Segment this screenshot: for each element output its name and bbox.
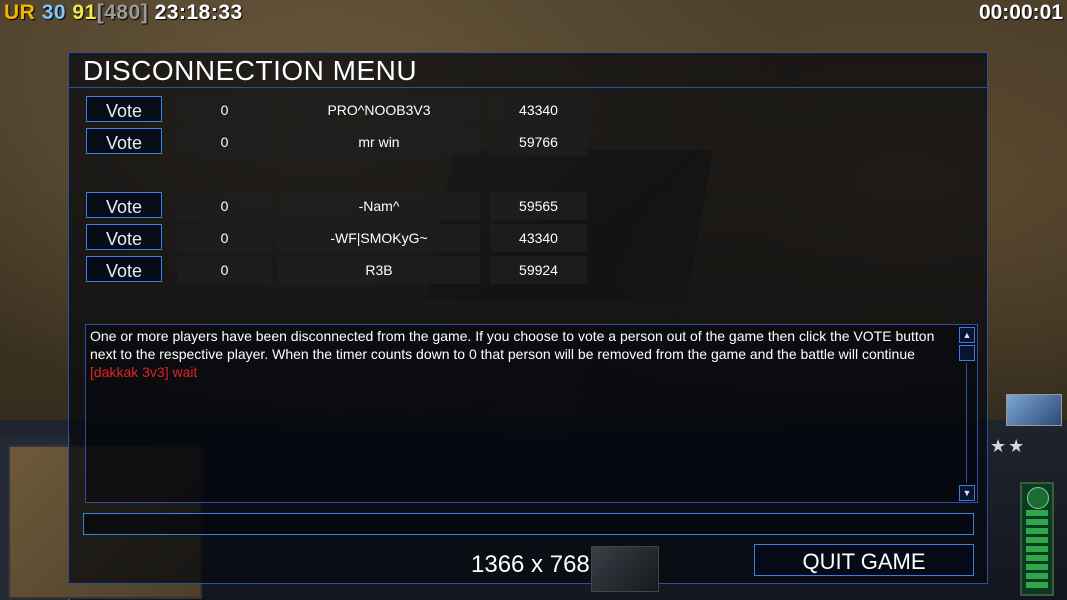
message-log[interactable]: One or more players have been disconnect… <box>85 324 978 503</box>
power-bars <box>1026 510 1048 590</box>
hud-value-1: 30 <box>41 1 67 24</box>
scrollbar-track[interactable] <box>966 363 967 483</box>
quit-game-button[interactable]: QUIT GAME <box>754 544 974 576</box>
player-id: 59924 <box>490 256 587 284</box>
player-name: PRO^NOOB3V3 <box>278 96 480 124</box>
hud-value-2: 91 <box>72 1 97 24</box>
rank-stars-icon: ★★ <box>990 436 1027 456</box>
disconnect-message: One or more players have been disconnect… <box>90 328 935 362</box>
game-timer: 00:00:01 <box>978 1 1063 24</box>
dialog-title: DISCONNECTION MENU <box>83 55 418 86</box>
hud-value-3: [480] <box>96 1 149 24</box>
vote-count: 0 <box>177 192 272 220</box>
dialog-title-bar: DISCONNECTION MENU <box>69 53 987 88</box>
vote-count: 0 <box>177 128 272 156</box>
hud-stats: UR 30 91[480] 23:18:33 <box>4 1 243 25</box>
player-id: 59565 <box>490 192 587 220</box>
vote-button[interactable]: Vote <box>86 256 162 282</box>
player-name: R3B <box>278 256 480 284</box>
vote-button[interactable]: Vote <box>86 96 162 122</box>
hud-ur: UR <box>4 1 36 24</box>
faction-icon <box>1027 487 1049 509</box>
player-name: -WF|SMOKyG~ <box>278 224 480 252</box>
message-text: One or more players have been disconnect… <box>90 327 950 381</box>
hud-clock: 23:18:33 <box>154 1 243 24</box>
vote-button[interactable]: Vote <box>86 224 162 250</box>
chat-line: [dakkak 3v3] wait <box>90 364 198 380</box>
player-id: 59766 <box>490 128 587 156</box>
player-name: -Nam^ <box>278 192 480 220</box>
chat-input[interactable] <box>83 513 974 535</box>
resolution-label: 1366 x 768 <box>471 551 590 578</box>
scroll-down-button[interactable]: ▼ <box>959 485 975 501</box>
satellite-icon <box>1006 394 1062 426</box>
disconnection-dialog: DISCONNECTION MENU Vote 0 PRO^NOOB3V3 43… <box>68 52 988 592</box>
vote-button[interactable]: Vote <box>86 128 162 154</box>
player-name: mr win <box>278 128 480 156</box>
vote-button[interactable]: Vote <box>86 192 162 218</box>
vote-count: 0 <box>177 256 272 284</box>
scrollbar-thumb[interactable] <box>959 345 975 361</box>
player-id: 43340 <box>490 96 587 124</box>
vote-count: 0 <box>177 224 272 252</box>
unit-thumbnail <box>591 546 659 592</box>
vote-count: 0 <box>177 96 272 124</box>
scroll-up-button[interactable]: ▲ <box>959 327 975 343</box>
power-meter <box>1020 482 1054 596</box>
player-id: 43340 <box>490 224 587 252</box>
